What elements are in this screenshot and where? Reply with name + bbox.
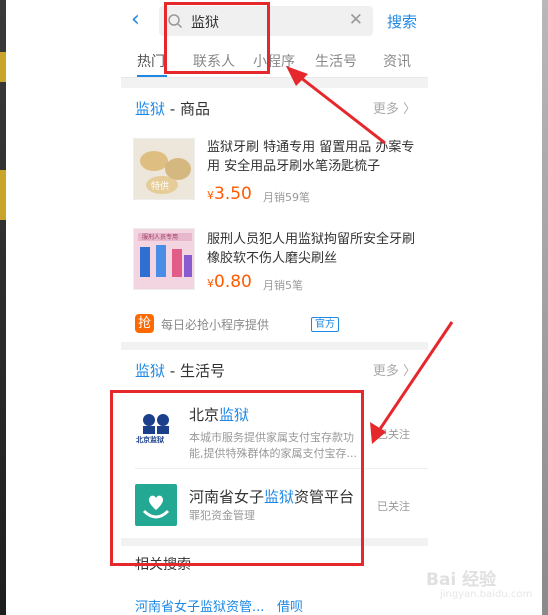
arrow-line-icon: [295, 72, 386, 145]
watermark-url: jingyan.baidu.com: [440, 589, 533, 600]
annotation-arrows: [286, 66, 454, 444]
watermark: Bai 经验: [426, 570, 497, 590]
arrow-line-icon: [376, 321, 454, 433]
arrowhead-icon: [286, 66, 308, 86]
